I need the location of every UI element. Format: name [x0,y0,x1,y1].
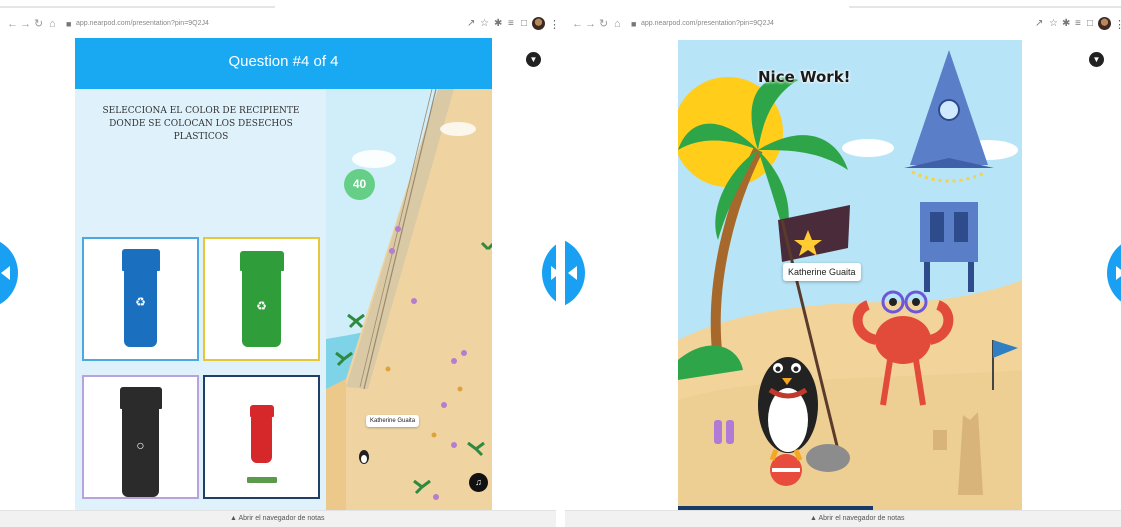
share-icon[interactable]: ↗ [1035,19,1043,29]
home-icon[interactable]: ⌂ [614,18,621,30]
browser-toolbar: ← → ↻ ⌂ ■ app.nearpod.com/presentation?p… [0,12,556,38]
back-icon[interactable]: ← [7,18,18,30]
answer-option-green-bin[interactable]: ♻ [203,237,320,361]
right-browser-window: ← → ↻ ⌂ ■ app.nearpod.com/presentation?p… [565,0,1121,527]
window-divider [556,0,565,527]
player-name-tag: Katherine Guaita [366,415,420,427]
brand-logo [247,477,277,483]
share-icon[interactable]: ↗ [467,19,475,29]
chevron-down-icon[interactable]: ▼ [526,52,541,67]
open-notes-link[interactable]: ▲ Abrir el navegador de notas [230,515,325,522]
answer-option-black-bin[interactable]: ○ [82,375,199,499]
sidebar-icon[interactable]: □ [1087,19,1093,29]
notes-bar[interactable]: ▲ Abrir el navegador de notas [0,510,556,527]
menu-icon[interactable]: ⋮ [549,18,556,31]
score-badge: 40 [344,169,375,200]
blue-bin-icon: ♻ [121,249,160,347]
question-text: SELECCIONA EL COLOR DE RECIPIENTE DONDE … [102,106,300,142]
reload-icon[interactable]: ↻ [599,18,608,30]
race-track-scene: 40 Katherine Guaita ♫ [326,89,492,511]
open-notes-link[interactable]: ▲ Abrir el navegador de notas [810,515,905,522]
chevron-right-icon [1115,266,1121,280]
extensions-icon[interactable]: ✱ [1062,19,1070,29]
reload-icon[interactable]: ↻ [34,18,43,30]
question-counter: Question #4 of 4 [75,38,492,89]
sidebar-icon[interactable]: □ [521,19,527,29]
tab-strip [849,6,1121,8]
player-name-tag: Katherine Guaita [783,263,861,281]
question-panel: SELECCIONA EL COLOR DE RECIPIENTE DONDE … [75,89,326,511]
browser-toolbar: ← → ↻ ⌂ ■ app.nearpod.com/presentation?p… [565,12,1121,38]
results-scene: Nice Work! Katherine Guaita [678,40,1022,511]
red-bin-icon [249,405,274,463]
lock-icon[interactable]: ■ [631,19,636,29]
forward-icon[interactable]: → [585,18,596,30]
sound-button[interactable]: ♫ [469,473,488,492]
extensions-icon[interactable]: ✱ [494,19,502,29]
chevron-left-icon [0,266,10,280]
next-slide-button[interactable] [1107,237,1121,309]
forward-icon[interactable]: → [20,18,31,30]
chevron-left-icon [567,266,577,280]
previous-slide-button[interactable] [0,237,18,309]
results-title: Nice Work! [758,68,851,86]
black-bin-icon: ○ [119,387,162,497]
notes-bar[interactable]: ▲ Abrir el navegador de notas [565,510,1121,527]
address-bar[interactable]: app.nearpod.com/presentation?pin=9Q2J4 [76,20,209,27]
left-browser-window: ← → ↻ ⌂ ■ app.nearpod.com/presentation?p… [0,0,556,527]
previous-slide-button[interactable] [565,237,585,309]
avatar[interactable] [1098,17,1111,30]
menu-icon[interactable]: ⋮ [1114,18,1121,31]
back-icon[interactable]: ← [572,18,583,30]
playlist-icon[interactable]: ≡ [508,19,514,29]
tab-strip [0,6,275,8]
chevron-down-icon[interactable]: ▼ [1089,52,1104,67]
lock-icon[interactable]: ■ [66,19,71,29]
beach-track-illustration [326,89,492,511]
green-bin-icon: ♻ [239,251,284,347]
answer-option-red-bin[interactable] [203,375,320,499]
avatar[interactable] [532,17,545,30]
next-slide-button[interactable] [542,237,556,309]
playlist-icon[interactable]: ≡ [1075,19,1081,29]
star-icon[interactable]: ☆ [480,19,489,29]
star-icon[interactable]: ☆ [1049,19,1058,29]
sound-icon: ♫ [475,477,482,487]
address-bar[interactable]: app.nearpod.com/presentation?pin=9Q2J4 [641,20,774,27]
answer-option-blue-bin[interactable]: ♻ [82,237,199,361]
home-icon[interactable]: ⌂ [49,18,56,30]
